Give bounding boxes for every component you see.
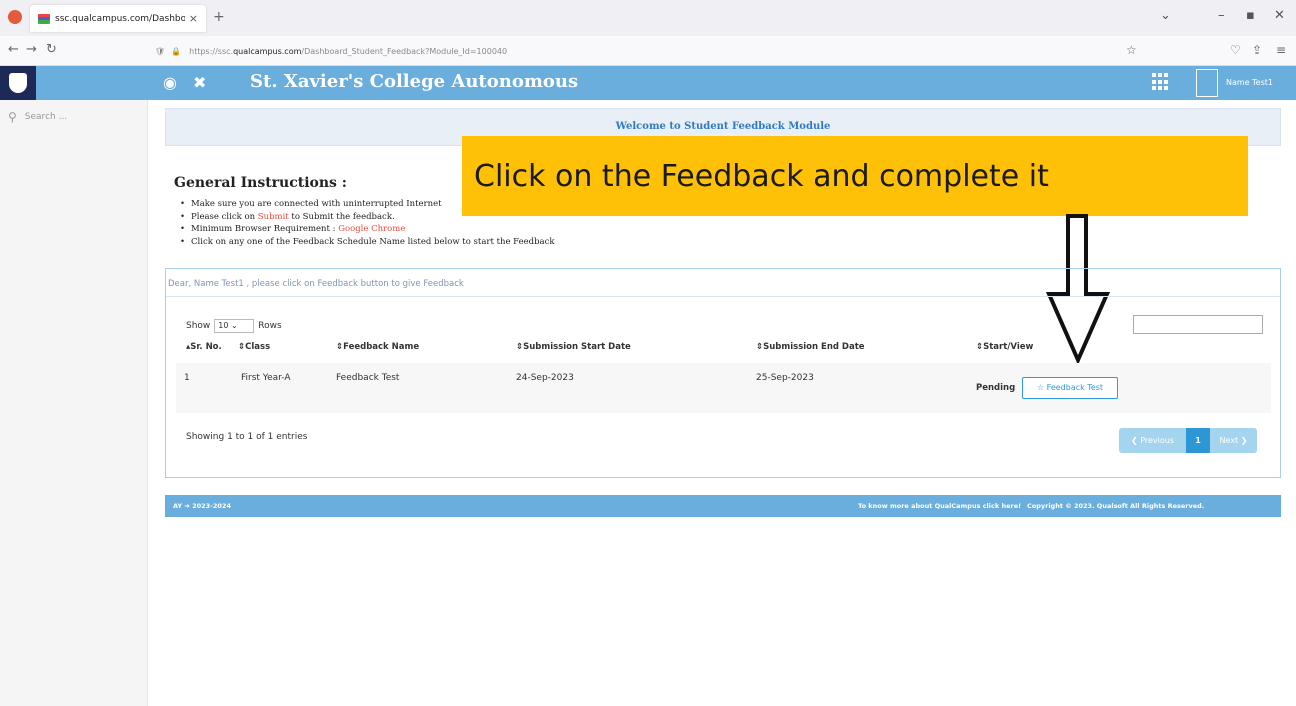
cell-class: First Year-A (241, 373, 291, 383)
tab-list-chevron-icon[interactable]: ⌄ (1160, 8, 1171, 23)
search-icon: ⚲ (8, 110, 17, 124)
col-start-date[interactable]: ⇕ Submission Start Date (516, 342, 631, 352)
feedback-panel: Dear, Name Test1 , please click on Feedb… (165, 268, 1281, 478)
instructions-title: General Instructions : (174, 175, 347, 191)
instruction-item: Click on any one of the Feedback Schedul… (180, 236, 555, 249)
col-start-view[interactable]: ⇕ Start/View (976, 342, 1033, 352)
extensions-icon[interactable]: ⇪ (1252, 43, 1262, 57)
pocket-icon[interactable]: ♡ (1230, 43, 1241, 57)
table-header: ▴ Sr. No. ⇕ Class ⇕ Feedback Name ⇕ Subm… (186, 342, 1271, 358)
page-1-button[interactable]: 1 (1186, 428, 1210, 453)
status-badge: Pending (976, 383, 1016, 393)
entries-info: Showing 1 to 1 of 1 entries (186, 432, 308, 442)
tab-close-icon[interactable]: × (189, 12, 198, 25)
qualcampus-link[interactable]: To know more about QualCampus click here… (858, 495, 1021, 517)
lock-icon: 🔒 (171, 46, 182, 56)
cell-end-date: 25-Sep-2023 (756, 373, 814, 383)
copyright-text: Copyright © 2023. Qualsoft All Rights Re… (1027, 502, 1205, 510)
url-text: https://ssc.qualcampus.com/Dashboard_Stu… (189, 46, 508, 56)
table-search-input[interactable] (1133, 315, 1263, 334)
col-end-date[interactable]: ⇕ Submission End Date (756, 342, 865, 352)
user-name[interactable]: Name Test1 (1226, 78, 1273, 87)
maximize-icon[interactable]: ▪ (1246, 8, 1255, 23)
browser-nav-bar: ← → ↻ 🛡 🔒 https://ssc.qualcampus.com/Das… (0, 36, 1296, 66)
menu-icon[interactable]: ≡ (1276, 43, 1286, 57)
shield-icon: 🛡 (155, 46, 166, 56)
next-page-button[interactable]: Next ❯ (1210, 428, 1257, 453)
address-bar[interactable]: 🛡 🔒 https://ssc.qualcampus.com/Dashboard… (155, 40, 1140, 62)
cell-sr-no: 1 (184, 373, 190, 383)
academic-year: AY ➜ 2023-2024 (173, 502, 231, 510)
college-logo (0, 66, 36, 100)
minimize-icon[interactable]: – (1218, 8, 1225, 23)
col-class[interactable]: ⇕ Class (238, 342, 270, 352)
new-tab-icon[interactable]: + (213, 9, 225, 25)
rows-per-page-select[interactable]: 10 ⌄ (214, 319, 255, 333)
back-icon[interactable]: ← (8, 42, 19, 57)
sidebar: ⚲ Search ... (0, 100, 148, 706)
bookmark-star-icon[interactable]: ☆ (1126, 43, 1137, 57)
avatar[interactable] (1196, 69, 1218, 97)
browser-menu-icon[interactable] (8, 10, 22, 24)
college-name: St. Xavier's College Autonomous (250, 71, 579, 92)
favicon-icon (38, 13, 50, 24)
reload-icon[interactable]: ↻ (46, 42, 57, 57)
target-icon[interactable]: ◉ (163, 73, 177, 92)
col-feedback-name[interactable]: ⇕ Feedback Name (336, 342, 419, 352)
panel-greeting: Dear, Name Test1 , please click on Feedb… (166, 279, 1280, 297)
search-input[interactable]: Search ... (25, 112, 67, 122)
cell-feedback-name: Feedback Test (336, 373, 400, 383)
apps-grid-icon[interactable] (1152, 73, 1170, 91)
instruction-callout: Click on the Feedback and complete it (462, 136, 1248, 216)
forward-icon[interactable]: → (26, 42, 37, 57)
app-header: ◉ ✖ St. Xavier's College Autonomous Name… (0, 66, 1296, 100)
show-rows-control: Show 10 ⌄ Rows (186, 319, 282, 333)
cell-start-date: 24-Sep-2023 (516, 373, 574, 383)
pagination: ❮ Previous 1 Next ❯ (1119, 428, 1257, 453)
table-row: 1 First Year-A Feedback Test 24-Sep-2023… (176, 363, 1271, 413)
page-footer: AY ➜ 2023-2024 To know more about QualCa… (165, 495, 1281, 517)
browser-tab[interactable]: ssc.qualcampus.com/Dashbo... × (30, 5, 206, 32)
fullscreen-icon[interactable]: ✖ (193, 73, 206, 92)
sidebar-search[interactable]: ⚲ Search ... (8, 110, 67, 124)
instruction-item: Minimum Browser Requirement : Google Chr… (180, 223, 555, 236)
feedback-test-button[interactable]: ☆ Feedback Test (1022, 377, 1118, 399)
tab-title: ssc.qualcampus.com/Dashbo... (55, 13, 185, 24)
browser-tab-bar: ssc.qualcampus.com/Dashbo... × + ⌄ – ▪ ✕ (0, 0, 1296, 36)
col-sr-no[interactable]: ▴ Sr. No. (186, 342, 222, 352)
previous-page-button[interactable]: ❮ Previous (1119, 428, 1186, 453)
close-window-icon[interactable]: ✕ (1274, 8, 1285, 23)
